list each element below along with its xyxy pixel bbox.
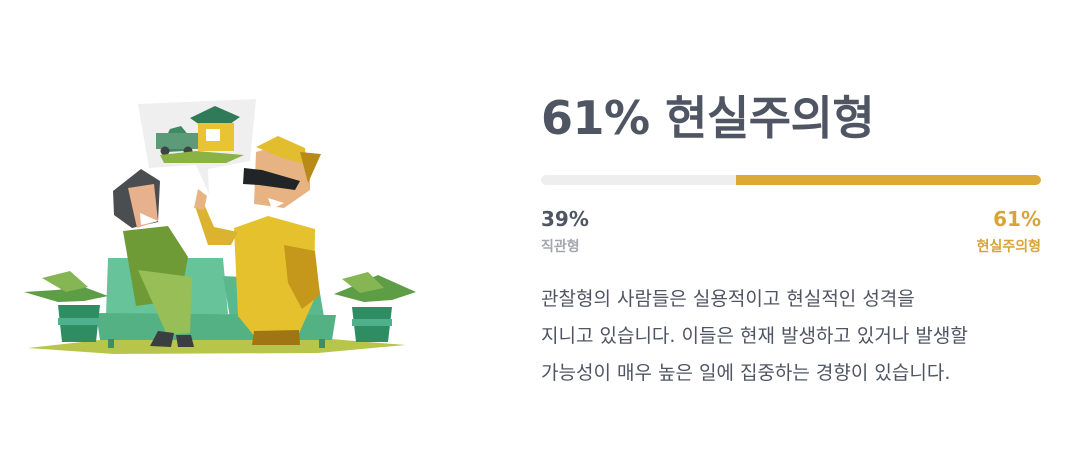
description-line: 가능성이 매우 높은 일에 집중하는 경향이 있습니다. bbox=[541, 362, 951, 384]
right-trait-label: 현실주의형 bbox=[976, 239, 1041, 255]
result-headline: 61% 현실주의형 bbox=[541, 91, 875, 145]
personality-result: 61% 현실주의형 39% 직관형 61% 현실주의형 관찰형의 사람들은 실용… bbox=[541, 84, 1041, 392]
description-line: 관찰형의 사람들은 실용적이고 현실적인 성격을 bbox=[541, 288, 915, 310]
right-plant bbox=[334, 272, 416, 342]
personality-illustration bbox=[18, 95, 420, 357]
trait-bar-track bbox=[541, 175, 1041, 185]
result-description: 관찰형의 사람들은 실용적이고 현실적인 성격을 지니고 있습니다. 이들은 현… bbox=[541, 281, 1041, 392]
right-trait-stat: 61% 현실주의형 bbox=[977, 205, 1041, 257]
left-trait-stat: 39% 직관형 bbox=[541, 205, 589, 257]
trait-stats: 39% 직관형 61% 현실주의형 bbox=[541, 205, 1041, 257]
trait-bar-fill bbox=[736, 175, 1041, 185]
left-trait-percent: 39% bbox=[541, 207, 589, 231]
description-line: 지니고 있습니다. 이들은 현재 발생하고 있거나 발생할 bbox=[541, 325, 968, 347]
left-trait-label: 직관형 bbox=[541, 239, 580, 255]
left-plant bbox=[24, 271, 108, 342]
right-trait-percent: 61% bbox=[993, 207, 1041, 231]
